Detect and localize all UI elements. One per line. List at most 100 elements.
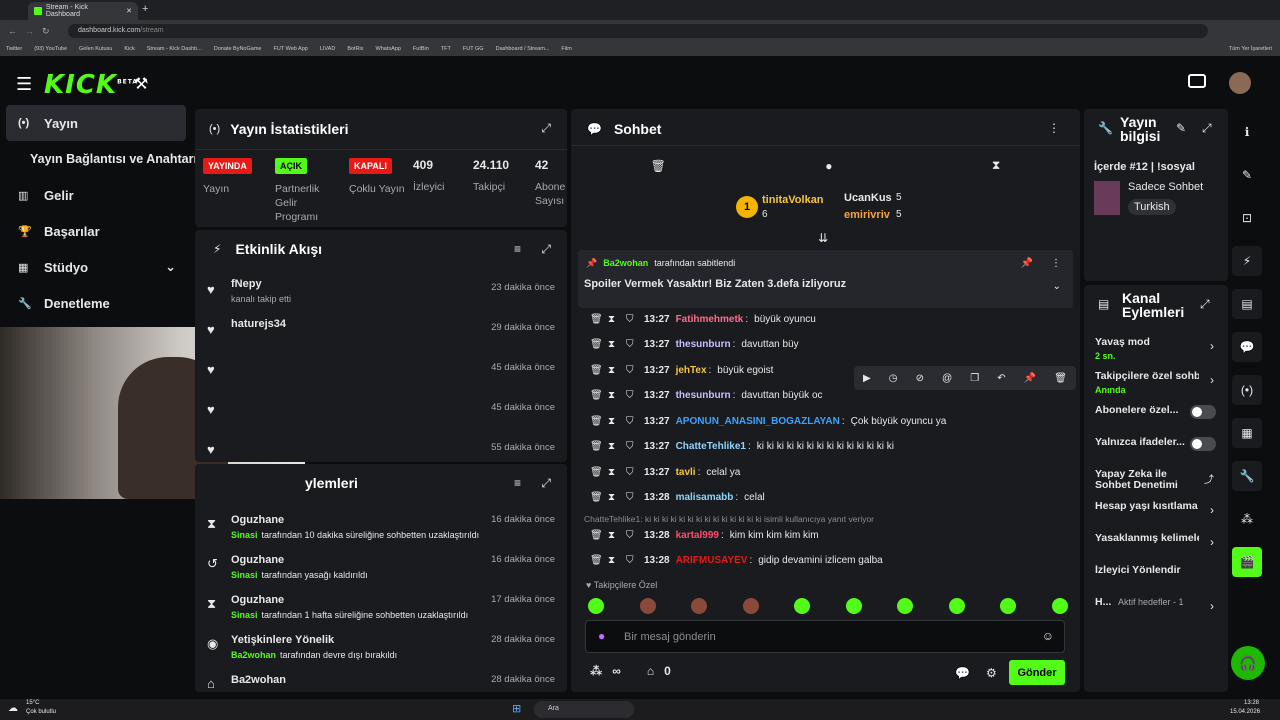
hourglass-icon[interactable]: ⧗: [608, 314, 620, 325]
filter-icon[interactable]: ≡: [514, 476, 521, 490]
channel-action-row[interactable]: Abonelere özel...: [1084, 401, 1228, 433]
popout-icon[interactable]: ⤢: [541, 242, 551, 257]
hourglass-icon[interactable]: ⧗: [608, 416, 620, 427]
trash-icon[interactable]: 🗑: [590, 467, 603, 478]
chat-message[interactable]: 🗑 ⧗ ⛉ 13:27 Fatihmehmetk: büyük oyuncu: [590, 310, 1070, 328]
popout-icon[interactable]: ⤢: [1200, 297, 1210, 312]
new-tab-button[interactable]: +: [142, 3, 148, 15]
hourglass-icon[interactable]: ⧗: [608, 555, 620, 566]
shield-icon[interactable]: ⛉: [626, 416, 638, 427]
hide-icon[interactable]: ⊘: [916, 373, 924, 384]
emote-icon[interactable]: [897, 598, 914, 614]
chat-settings-icon[interactable]: 💬: [955, 666, 970, 680]
channel-action-row[interactable]: Yavaş mod 2 sn. ›: [1084, 333, 1228, 367]
shield-icon[interactable]: ⛉: [626, 492, 638, 503]
leader-name[interactable]: UcanKus: [844, 192, 892, 204]
emote-icon[interactable]: [845, 598, 862, 614]
bookmark-item[interactable]: LIVAD: [320, 46, 336, 52]
shield-icon[interactable]: ⛉: [626, 339, 638, 350]
message-user[interactable]: Fatihmehmetk: [676, 314, 744, 325]
trash-icon[interactable]: 🗑: [590, 365, 603, 376]
undo-icon[interactable]: ↶: [997, 373, 1005, 384]
bookmark-item[interactable]: Donate ByNoGame: [214, 46, 262, 52]
pinned-message[interactable]: 📌 Ba2wohan tarafından sabitlendi 📌 ⋮ Spo…: [578, 250, 1073, 308]
mod-target[interactable]: Yetişkinlere Yönelik: [231, 634, 334, 646]
bookmark-item[interactable]: FUT Web App: [273, 46, 307, 52]
shield-icon[interactable]: ⛉: [626, 467, 638, 478]
play-icon[interactable]: ▶: [863, 373, 871, 384]
pin-tool-icon[interactable]: ⚒: [134, 74, 148, 94]
emote-icon[interactable]: [1051, 598, 1068, 614]
trash-icon[interactable]: 🗑: [651, 159, 666, 173]
channel-action-row[interactable]: Yalnızca ifadeler...: [1084, 433, 1228, 465]
message-user[interactable]: ChatteTehlike1: [676, 441, 746, 452]
sidebar-item-6[interactable]: 🔧 Denetleme: [6, 285, 186, 321]
trash-icon[interactable]: 🗑: [590, 530, 603, 541]
toggle-switch[interactable]: [1190, 437, 1216, 451]
hourglass-icon[interactable]: ⧗: [608, 530, 620, 541]
hourglass-icon[interactable]: ⧗: [608, 492, 620, 503]
shield-icon[interactable]: ⛉: [626, 441, 638, 452]
activity-user[interactable]: fNepy: [231, 278, 262, 290]
bookmark-item[interactable]: FUT GG: [463, 46, 484, 52]
bolt-icon[interactable]: ⚡: [1232, 246, 1262, 276]
mod-target[interactable]: Oguzhane: [231, 514, 284, 526]
mic-icon[interactable]: ●: [598, 629, 605, 643]
shield-icon[interactable]: ⛉: [626, 555, 638, 566]
share-icon[interactable]: ⁂: [590, 664, 602, 678]
more-icon[interactable]: ⋮: [1051, 258, 1061, 269]
taskbar-search[interactable]: Ara: [534, 701, 634, 718]
trash-icon[interactable]: 🗑: [590, 314, 603, 325]
chat-message[interactable]: 🗑 ⧗ ⛉ 13:27 tavli: celal ya: [590, 463, 1070, 481]
mention-icon[interactable]: @: [942, 373, 952, 384]
clock-icon[interactable]: ◷: [889, 373, 898, 384]
shield-icon[interactable]: ⛉: [626, 530, 638, 541]
chat-message[interactable]: 🗑 ⧗ ⛉ 13:28 malisamabb: celal: [590, 488, 1070, 506]
back-icon[interactable]: ←: [8, 26, 17, 36]
avatar[interactable]: [1229, 72, 1251, 94]
chevron-right-icon[interactable]: ›: [1210, 339, 1214, 353]
leader-name[interactable]: tinitaVolkan: [762, 194, 824, 206]
chat-message[interactable]: 🗑 ⧗ ⛉ 13:27 APONUN_ANASINI_BOGAZLAYAN: Çok bü…: [590, 412, 1070, 430]
trash-icon[interactable]: 🗑: [590, 555, 603, 566]
mod-actor[interactable]: Ba2wohan: [231, 650, 276, 660]
windows-icon[interactable]: ⊞: [512, 702, 521, 715]
category-name[interactable]: Sadece Sohbet: [1128, 181, 1203, 193]
bookmark-item[interactable]: Kick: [124, 46, 134, 52]
edit-icon[interactable]: ✎: [1232, 160, 1262, 190]
activity-user[interactable]: haturejs34: [231, 318, 286, 330]
bookmark-item[interactable]: TFT: [441, 46, 451, 52]
chevron-down-icon[interactable]: ⌄: [165, 259, 176, 275]
message-user[interactable]: malisamabb: [676, 492, 734, 503]
emote-icon[interactable]: [742, 598, 759, 614]
popout-icon[interactable]: ⤢: [541, 476, 551, 491]
popout-icon[interactable]: ⤢: [1202, 121, 1212, 136]
sidebar-item-1[interactable]: (•) Yayın: [6, 105, 186, 141]
crop-icon[interactable]: ⊡: [1232, 203, 1262, 233]
edit-icon[interactable]: ✎: [1176, 121, 1186, 135]
message-user[interactable]: thesunburn: [676, 390, 731, 401]
channel-action-row[interactable]: Takipçilere özel sohbet Anında ›: [1084, 367, 1228, 401]
chevron-right-icon[interactable]: ›: [1210, 503, 1214, 517]
store-icon[interactable]: ⌂: [647, 664, 654, 678]
trash-icon[interactable]: 🗑: [590, 339, 603, 350]
chat-icon[interactable]: ●: [825, 159, 832, 173]
mod-actor[interactable]: Sinasi: [231, 530, 258, 540]
message-user[interactable]: thesunburn: [676, 339, 731, 350]
emote-icon[interactable]: [794, 598, 811, 614]
mod-actor[interactable]: Sinasi: [231, 570, 258, 580]
emote-icon[interactable]: [588, 598, 604, 614]
collapse-icon[interactable]: ⇊: [818, 231, 828, 245]
trash-icon[interactable]: 🗑: [590, 441, 603, 452]
trash-icon[interactable]: 🗑: [590, 492, 603, 503]
trash-icon[interactable]: 🗑: [590, 390, 603, 401]
close-tab-icon[interactable]: ✕: [126, 7, 132, 15]
clapper-icon[interactable]: 🎬: [1232, 547, 1262, 577]
kick-logo[interactable]: KICKBETA: [44, 70, 138, 100]
chat-message[interactable]: 🗑 ⧗ ⛉ 13:27 ChatteTehlike1: ki ki ki ki ki ki…: [590, 437, 1070, 455]
sidebar-item-5[interactable]: ▦ Stüdyo ⌄: [6, 249, 186, 285]
forward-icon[interactable]: →: [25, 26, 34, 36]
sidebar-item-4[interactable]: 🏆 Başarılar: [6, 213, 186, 249]
hourglass-icon[interactable]: ⧗: [608, 390, 620, 401]
unpin-icon[interactable]: 📌: [1021, 258, 1033, 269]
